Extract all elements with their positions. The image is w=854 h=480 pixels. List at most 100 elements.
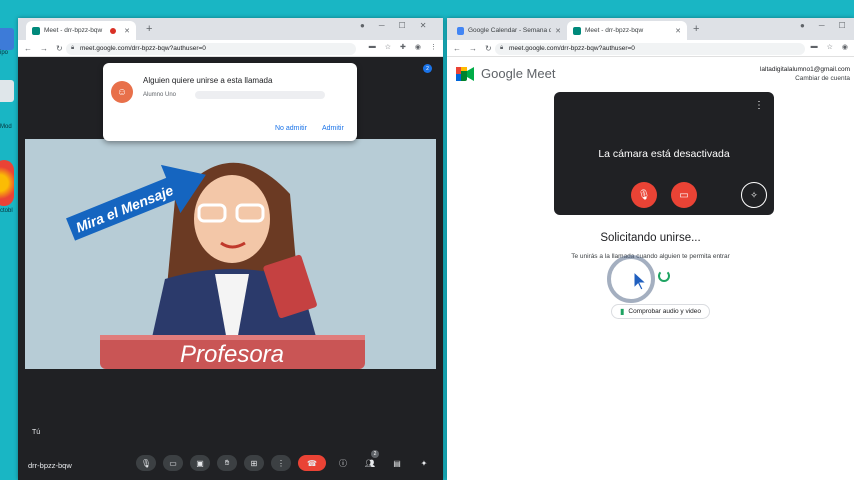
desktop-icon-chrome[interactable] [0,160,14,206]
requester-email-blurred [195,91,325,99]
camera-off-icon: ▭ [679,189,689,201]
reload-icon[interactable]: ↻ [485,44,492,53]
chat-icon: ▤ [393,458,401,468]
hand-icon: ✋︎ [224,458,230,467]
tab-calendar[interactable]: Google Calendar - Semana del 5 ✕ [451,21,567,40]
tab-strip: Google Calendar - Semana del 5 ✕ Meet - … [447,18,854,40]
popup-title: Alguien quiere unirse a esta llamada [143,76,273,85]
close-window-icon[interactable]: ✕ [420,21,427,30]
url-text: meet.google.com/drr-bpzz-bqw?authuser=0 [80,45,206,52]
meet-camera-icon [456,66,474,81]
tile-name-label: Profesora [180,341,284,368]
tab-meet[interactable]: Meet - drr-bpzz-bqw ✕ [567,21,687,40]
people-badge: 2 [371,450,379,458]
bookmark-star-icon[interactable]: ☆ [385,43,391,51]
close-tab-icon[interactable]: ✕ [555,27,561,35]
url-field[interactable]: 🔒︎ meet.google.com/drr-bpzz-bqw?authuser… [495,42,805,55]
toolbar-icons: ▬ ☆ ✚ ◉ ⋮ [369,43,437,51]
toolbar-icons: ▬ ☆ ◉ [811,43,848,51]
cast-icon[interactable]: ▬ [811,43,818,51]
tab-title: Meet - drr-bpzz-bqw [44,27,103,34]
new-tab-icon[interactable]: + [693,23,699,35]
people-icon: 👥︎ [364,458,376,468]
address-bar: ← → ↻ 🔒︎ meet.google.com/drr-bpzz-bqw?au… [447,40,854,57]
visual-effects-button[interactable]: ✧ [741,182,767,208]
hang-up-icon: ☎︎ [307,458,317,468]
cast-icon[interactable]: ▬ [369,43,376,51]
reload-icon[interactable]: ↻ [56,44,63,53]
info-button[interactable]: ⓘ [333,455,353,471]
deny-button[interactable]: No admitir [275,125,307,132]
self-tile-label: Tú [32,429,41,436]
profile-icon[interactable]: ◉ [415,43,421,51]
google-meet-logo: Google Meet [456,66,555,81]
close-tab-icon[interactable]: ✕ [124,27,130,35]
menu-dots-icon[interactable]: ⋮ [430,43,437,51]
meet-favicon-icon [573,26,581,35]
mic-toggle-button[interactable]: 🎙︎ [631,182,657,208]
new-tab-icon[interactable]: + [146,23,152,35]
browser-window-student: Google Calendar - Semana del 5 ✕ Meet - … [447,18,854,480]
close-tab-icon[interactable]: ✕ [675,27,681,35]
tab-title: Google Calendar - Semana del 5 [468,27,552,34]
present-button[interactable]: ⊞ [244,455,264,471]
activities-icon: ✦ [420,458,428,468]
check-audio-video-button[interactable]: ▮ Comprobar audio y video [611,304,711,319]
window-menu-icon[interactable]: ● [800,21,805,30]
loading-spinner-icon [658,270,670,282]
camera-button[interactable]: ▭ [163,455,183,471]
bookmark-star-icon[interactable]: ☆ [827,43,833,51]
maximize-icon[interactable]: ☐ [399,21,406,30]
camera-toggle-button[interactable]: ▭ [671,182,697,208]
calendar-favicon-icon [457,26,464,35]
recording-icon [110,27,117,34]
mic-off-icon: 🎙︎ [637,189,651,201]
host-controls-button[interactable]: ⛉ [441,455,443,471]
maximize-icon[interactable]: ☐ [839,21,846,30]
requester-avatar: ☺ [111,81,133,103]
lock-icon: 🔒︎ [71,45,75,51]
url-text: meet.google.com/drr-bpzz-bqw?authuser=0 [509,45,635,52]
back-icon[interactable]: ← [453,44,461,53]
end-call-button[interactable]: ☎︎ [298,455,326,471]
activities-button[interactable]: ✦ [414,455,434,471]
join-request-popup: ☺ Alguien quiere unirse a esta llamada A… [103,63,357,141]
check-av-icon: ▮ [620,307,625,316]
meet-call-area: 2 Profesora Mira el Mensaje ☺ Alguien qu… [18,57,443,480]
meet-favicon-icon [32,26,40,35]
tab-meet[interactable]: Meet - drr-bpzz-bqw ✕ [26,21,136,40]
more-dots-icon[interactable]: ⋮ [754,100,764,111]
more-options-button[interactable]: ⋮ [271,455,291,471]
profile-icon[interactable]: ◉ [842,43,848,51]
participant-count-badge: 2 [423,64,432,73]
captions-button[interactable]: ▣ [190,455,210,471]
extensions-icon[interactable]: ✚ [400,43,406,51]
switch-account-link[interactable]: Cambiar de cuenta [760,74,850,83]
minimize-icon[interactable]: ─ [379,21,385,30]
camera-off-text: La cámara está desactivada [598,148,730,160]
present-icon: ⊞ [250,458,258,468]
back-icon[interactable]: ← [24,44,32,53]
people-button[interactable]: 👥︎ 2 [360,450,380,471]
forward-icon[interactable]: → [469,44,477,53]
brand-name: Google Meet [481,66,556,81]
address-bar: ← → ↻ 🔒︎ meet.google.com/drr-bpzz-bqw?au… [18,40,443,57]
desktop-label: Mod [0,124,12,130]
url-field[interactable]: 🔒︎ meet.google.com/drr-bpzz-bqw?authuser… [66,42,356,55]
desktop-icon-recycle[interactable] [0,80,14,102]
window-controls: ● ─ ☐ ✕ [360,21,426,30]
meeting-code: drr-bpzz-bqw [28,461,72,470]
mic-button[interactable]: 🎙︎ [136,455,156,471]
camera-icon: ▭ [169,458,177,468]
annotation-text: Mira el Mensaje [73,182,175,236]
call-controls: 🎙︎ ▭ ▣ ✋︎ ⊞ ⋮ ☎︎ ⓘ 👥︎ 2 ▤ ✦ ⛉ [136,450,443,471]
minimize-icon[interactable]: ─ [819,21,825,30]
raise-hand-button[interactable]: ✋︎ [217,455,237,471]
window-menu-icon[interactable]: ● [360,21,365,30]
more-dots-icon: ⋮ [277,458,285,468]
forward-icon[interactable]: → [40,44,48,53]
desktop-icon-computer[interactable] [0,28,14,50]
mouse-pointer-icon [633,271,647,291]
admit-button[interactable]: Admitir [322,125,344,132]
chat-button[interactable]: ▤ [387,455,407,471]
